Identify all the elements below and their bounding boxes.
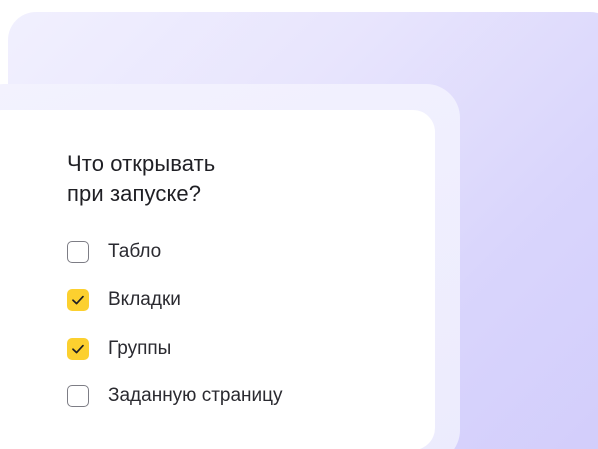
checkmark-icon <box>72 344 84 354</box>
option-tablo[interactable]: Табло <box>67 238 161 266</box>
checkbox-custom-page[interactable] <box>67 385 89 407</box>
option-tabs[interactable]: Вкладки <box>67 286 181 314</box>
checkbox-tablo[interactable] <box>67 241 89 263</box>
checkbox-groups[interactable] <box>67 338 89 360</box>
option-label-custom-page: Заданную страницу <box>108 385 283 406</box>
checkbox-tabs[interactable] <box>67 289 89 311</box>
dialog-title: Что открывать при запуске? <box>67 149 387 209</box>
startup-settings-screen: Что открывать при запуске? Табло Вкладки… <box>0 0 598 449</box>
dialog-title-line-2: при запуске? <box>67 181 202 206</box>
dialog-title-line-1: Что открывать <box>67 151 216 176</box>
option-label-tabs: Вкладки <box>108 289 181 310</box>
option-label-tablo: Табло <box>108 241 162 262</box>
option-groups[interactable]: Группы <box>67 335 171 363</box>
option-label-groups: Группы <box>108 338 172 359</box>
checkmark-icon <box>72 295 84 305</box>
option-custom-page[interactable]: Заданную страницу <box>67 382 283 410</box>
